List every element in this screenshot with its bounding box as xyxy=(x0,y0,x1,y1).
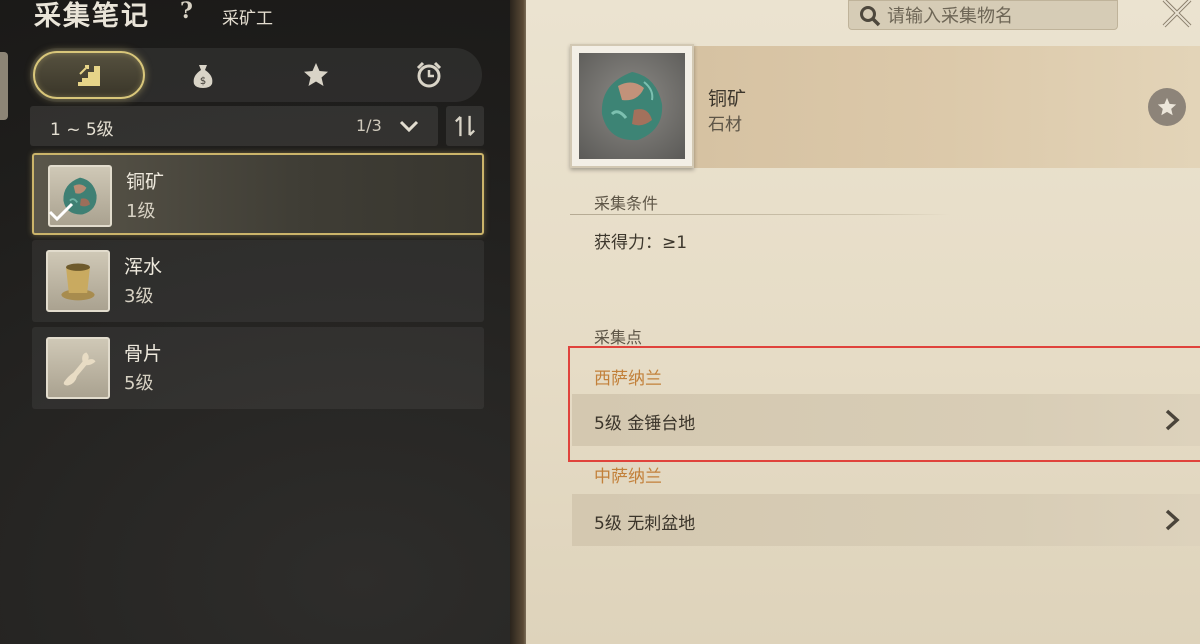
search-icon xyxy=(860,6,881,27)
sort-button[interactable] xyxy=(446,106,484,146)
item-name: 铜矿 xyxy=(126,171,165,193)
svg-text:$: $ xyxy=(199,76,205,87)
detail-item-type: 石材 xyxy=(708,115,742,135)
chevron-down-icon xyxy=(399,120,419,133)
item-thumbnail xyxy=(46,337,110,399)
tab-level[interactable] xyxy=(33,51,145,99)
profession-label: 采矿工 xyxy=(222,9,273,29)
level-stairs-icon xyxy=(78,65,100,86)
tab-timer[interactable] xyxy=(372,48,485,102)
collected-check-icon xyxy=(48,202,74,222)
list-item[interactable]: 浑水 3级 xyxy=(32,240,484,322)
detail-thumbnail xyxy=(570,44,694,168)
condition-section-title: 采集条件 xyxy=(594,194,659,213)
page-title: 采集笔记 xyxy=(34,1,150,32)
tab-money[interactable]: $ xyxy=(146,48,259,102)
star-icon xyxy=(1157,97,1177,116)
gather-points-section-title: 采集点 xyxy=(594,328,643,347)
item-name: 骨片 xyxy=(124,343,163,365)
item-level: 5级 xyxy=(124,373,154,394)
item-name: 浑水 xyxy=(124,256,163,278)
chevron-right-icon xyxy=(1165,509,1180,531)
list-item[interactable]: 铜矿 1级 xyxy=(32,153,484,235)
help-icon[interactable]: ? xyxy=(180,0,193,24)
category-tab-bar: $ xyxy=(30,48,482,102)
left-panel: 采集笔记 ? 采矿工 $ 1 ~ 5级 1/3 铜矿 1级 浑水 3级 骨片 5… xyxy=(0,0,510,644)
level-filter-dropdown[interactable]: 1 ~ 5级 1/3 xyxy=(30,106,438,146)
item-level: 3级 xyxy=(124,286,154,307)
section-divider xyxy=(570,214,950,215)
list-item[interactable]: 骨片 5级 xyxy=(32,327,484,409)
level-range-label: 1 ~ 5级 xyxy=(50,120,114,140)
detail-panel: 铜矿 石材 采集条件 获得力：≥1 采集点 西萨纳兰 5级 金锤台地 中萨纳兰 … xyxy=(526,0,1200,644)
detail-header-banner xyxy=(692,46,1200,168)
item-level: 1级 xyxy=(126,201,156,222)
favorite-button[interactable] xyxy=(1148,88,1186,126)
item-thumbnail xyxy=(46,250,110,312)
search-input[interactable] xyxy=(887,3,1107,29)
copper-ore-icon xyxy=(601,72,663,141)
money-bag-icon: $ xyxy=(193,65,212,88)
side-edge-tab[interactable] xyxy=(0,52,8,120)
sort-arrows-icon xyxy=(455,115,475,137)
location-row[interactable]: 5级 无刺盆地 xyxy=(572,494,1200,546)
search-box[interactable] xyxy=(848,0,1118,30)
close-icon[interactable] xyxy=(1158,0,1196,30)
condition-text: 获得力：≥1 xyxy=(594,233,688,253)
tab-favorites[interactable] xyxy=(259,48,372,102)
region-name: 中萨纳兰 xyxy=(594,467,662,487)
bone-fragment-icon xyxy=(63,352,96,386)
star-icon xyxy=(303,63,328,86)
highlight-annotation-frame xyxy=(568,346,1200,462)
alarm-clock-icon xyxy=(416,61,441,88)
detail-item-name: 铜矿 xyxy=(708,88,747,110)
muddy-water-cup-icon xyxy=(61,263,95,301)
location-text: 5级 无刺盆地 xyxy=(594,514,696,534)
page-indicator: 1/3 xyxy=(356,116,382,135)
